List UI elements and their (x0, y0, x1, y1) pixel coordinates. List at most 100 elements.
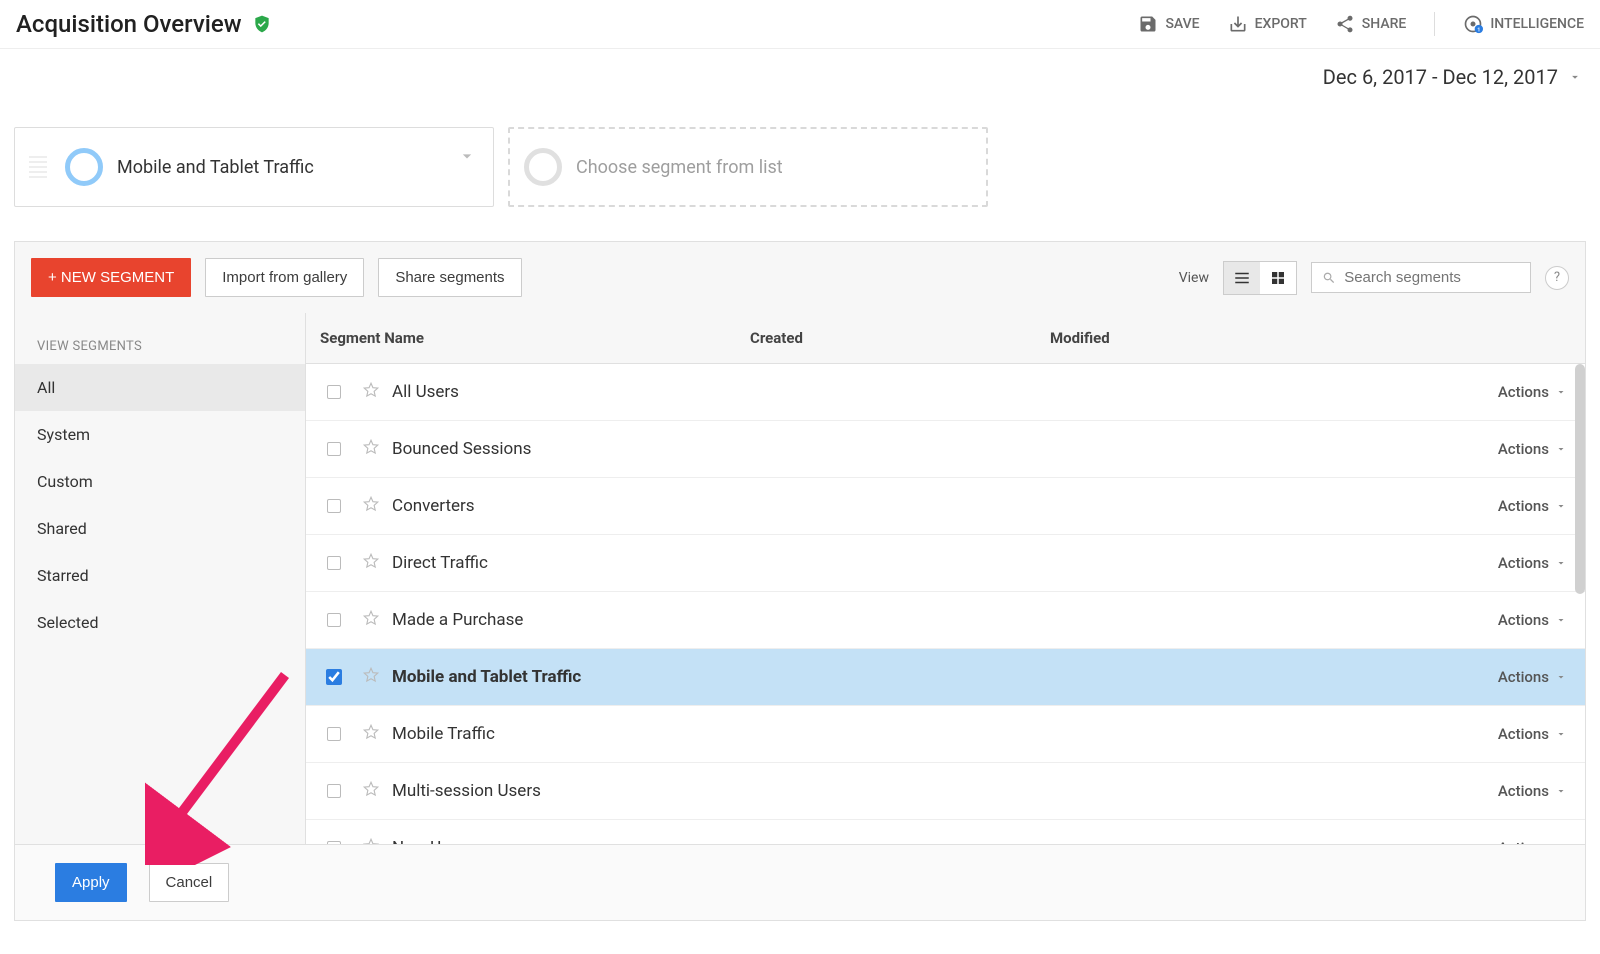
intelligence-label: Intelligence (1490, 16, 1584, 32)
row-actions-button[interactable]: Actions (1350, 497, 1585, 515)
table-row[interactable]: Mobile and Tablet Traffic Actions (306, 649, 1585, 706)
row-checkbox[interactable] (327, 442, 341, 456)
chevron-down-icon (1568, 70, 1582, 84)
row-checkbox[interactable] (327, 613, 341, 627)
search-box[interactable] (1311, 262, 1531, 293)
segment-ring-icon (65, 148, 103, 186)
row-name: Mobile and Tablet Traffic (392, 667, 750, 687)
search-icon (1322, 270, 1336, 286)
new-segment-button[interactable]: + New Segment (31, 258, 191, 297)
intelligence-icon: 1 (1463, 14, 1483, 34)
table-row[interactable]: Converters Actions (306, 478, 1585, 535)
row-actions-button[interactable]: Actions (1350, 554, 1585, 572)
header-bar: Acquisition Overview Save Export Share 1… (0, 0, 1600, 49)
divider (1434, 12, 1435, 36)
column-created[interactable]: Created (736, 313, 1036, 363)
list-icon (1233, 269, 1251, 287)
table-row[interactable]: All Users Actions (306, 364, 1585, 421)
sidebar-item-starred[interactable]: Starred (15, 552, 305, 599)
svg-text:1: 1 (1478, 28, 1481, 34)
save-label: Save (1165, 16, 1199, 32)
sidebar-item-shared[interactable]: Shared (15, 505, 305, 552)
column-segment-name[interactable]: Segment Name (306, 313, 736, 363)
row-actions-button[interactable]: Actions (1350, 383, 1585, 401)
export-button[interactable]: Export (1228, 14, 1307, 34)
export-label: Export (1255, 16, 1307, 32)
share-button[interactable]: Share (1335, 14, 1407, 34)
row-checkbox[interactable] (327, 556, 341, 570)
share-segments-button[interactable]: Share segments (378, 258, 521, 297)
intelligence-button[interactable]: 1 Intelligence (1463, 14, 1584, 34)
row-name: Converters (392, 496, 750, 516)
row-actions-button[interactable]: Actions (1350, 611, 1585, 629)
row-actions-button[interactable]: Actions (1350, 839, 1585, 844)
segment-chip-label: Mobile and Tablet Traffic (117, 157, 314, 178)
row-actions-button[interactable]: Actions (1350, 668, 1585, 686)
row-name: Mobile Traffic (392, 724, 750, 744)
row-name: Made a Purchase (392, 610, 750, 630)
grid-icon (1269, 269, 1287, 287)
cancel-button[interactable]: Cancel (149, 863, 230, 902)
star-icon[interactable] (362, 666, 392, 688)
date-range-selector[interactable]: Dec 6, 2017 - Dec 12, 2017 (0, 49, 1600, 105)
star-icon[interactable] (362, 552, 392, 574)
table-row[interactable]: Mobile Traffic Actions (306, 706, 1585, 763)
apply-button[interactable]: Apply (55, 863, 127, 902)
panel-footer: Apply Cancel (15, 844, 1585, 920)
row-checkbox[interactable] (327, 784, 341, 798)
verified-shield-icon (252, 14, 272, 34)
segments-table: Segment Name Created Modified All UsersA… (305, 313, 1585, 844)
table-header: Segment Name Created Modified (306, 313, 1585, 364)
row-actions-button[interactable]: Actions (1350, 782, 1585, 800)
sidebar-item-selected[interactable]: Selected (15, 599, 305, 646)
panel-toolbar: + New Segment Import from gallery Share … (15, 242, 1585, 313)
share-label: Share (1362, 16, 1407, 32)
view-list-button[interactable] (1224, 262, 1260, 294)
view-grid-button[interactable] (1260, 262, 1296, 294)
column-actions (1336, 313, 1585, 363)
star-icon[interactable] (362, 381, 392, 403)
row-name: New Users (392, 838, 750, 844)
segment-chip-placeholder[interactable]: Choose segment from list (508, 127, 988, 207)
star-icon[interactable] (362, 609, 392, 631)
table-row[interactable]: New Users Actions (306, 820, 1585, 844)
view-toggle (1223, 261, 1297, 295)
row-checkbox[interactable] (327, 841, 341, 844)
row-name: Direct Traffic (392, 553, 750, 573)
chevron-down-icon (457, 146, 477, 166)
help-button[interactable]: ? (1545, 266, 1569, 290)
scrollbar[interactable] (1575, 364, 1585, 594)
sidebar-item-custom[interactable]: Custom (15, 458, 305, 505)
save-button[interactable]: Save (1138, 14, 1199, 34)
column-modified[interactable]: Modified (1036, 313, 1336, 363)
export-icon (1228, 14, 1248, 34)
row-checkbox[interactable] (327, 499, 341, 513)
sidebar: VIEW SEGMENTS AllSystemCustomSharedStarr… (15, 313, 305, 844)
row-name: Bounced Sessions (392, 439, 750, 459)
table-row[interactable]: Direct Traffic Actions (306, 535, 1585, 592)
table-row[interactable]: Made a Purchase Actions (306, 592, 1585, 649)
star-icon[interactable] (362, 438, 392, 460)
star-icon[interactable] (362, 495, 392, 517)
sidebar-item-all[interactable]: All (15, 364, 305, 411)
import-gallery-button[interactable]: Import from gallery (205, 258, 364, 297)
search-input[interactable] (1344, 269, 1520, 286)
table-row[interactable]: Bounced Sessions Actions (306, 421, 1585, 478)
segment-placeholder-label: Choose segment from list (576, 157, 783, 178)
segment-chip-selected[interactable]: Mobile and Tablet Traffic (14, 127, 494, 207)
table-row[interactable]: Multi-session Users Actions (306, 763, 1585, 820)
row-checkbox[interactable] (327, 385, 341, 399)
star-icon[interactable] (362, 780, 392, 802)
row-actions-button[interactable]: Actions (1350, 440, 1585, 458)
row-checkbox[interactable] (326, 669, 342, 685)
sidebar-item-system[interactable]: System (15, 411, 305, 458)
drag-handle-icon (29, 156, 47, 178)
segments-panel: + New Segment Import from gallery Share … (14, 241, 1586, 921)
row-name: All Users (392, 382, 750, 402)
row-actions-button[interactable]: Actions (1350, 725, 1585, 743)
star-icon[interactable] (362, 837, 392, 844)
star-icon[interactable] (362, 723, 392, 745)
row-name: Multi-session Users (392, 781, 750, 801)
view-label: View (1179, 270, 1209, 286)
row-checkbox[interactable] (327, 727, 341, 741)
